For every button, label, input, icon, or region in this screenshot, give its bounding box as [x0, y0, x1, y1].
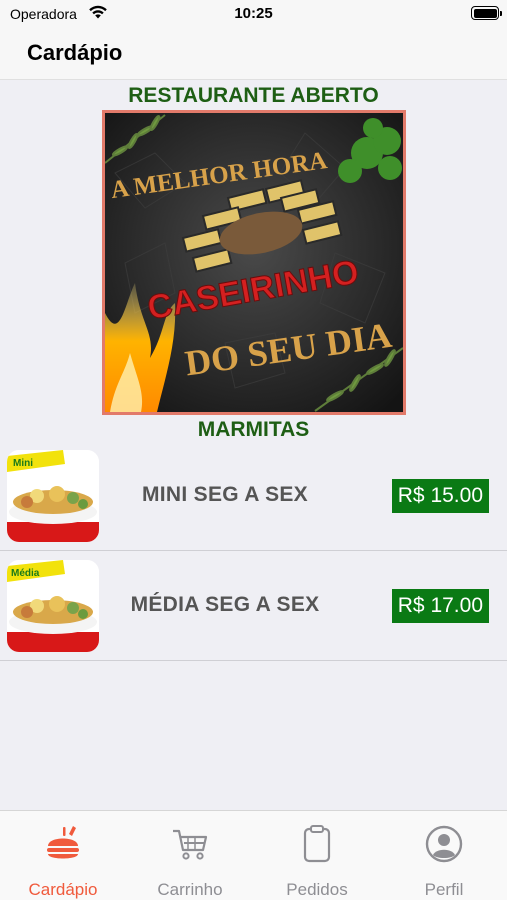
- tab-carrinho[interactable]: Carrinho: [127, 811, 253, 900]
- svg-text:Mini: Mini: [13, 458, 33, 469]
- item-name: MÉDIA SEG A SEX: [130, 593, 320, 616]
- tab-label: Carrinho: [157, 880, 223, 899]
- clock: 10:25: [234, 5, 273, 22]
- profile-icon: [425, 825, 463, 863]
- status-bar: Operadora 10:25: [0, 0, 507, 26]
- tab-label: Pedidos: [286, 880, 348, 899]
- menu-food-icon: [47, 826, 79, 859]
- restaurant-banner: A MELHOR HORA CASEIRINHO DO SEU DIA: [102, 110, 406, 415]
- item-name: MINI SEG A SEX: [141, 483, 308, 506]
- menu-item-media[interactable]: Média MÉDIA SEG A SEX R$ 17.00: [0, 551, 507, 661]
- category-title: MARMITAS: [197, 418, 310, 441]
- navigation-bar: Cardápio: [0, 26, 507, 80]
- menu-item-mini[interactable]: Mini MINI SEG A SEX R$ 15.00: [0, 441, 507, 551]
- price-badge: R$ 15.00: [391, 479, 489, 513]
- battery-icon: [471, 6, 502, 20]
- item-thumbnail: Média: [7, 560, 99, 652]
- clipboard-icon: [303, 825, 331, 863]
- svg-text:Média: Média: [11, 568, 40, 579]
- banner-artwork: A MELHOR HORA CASEIRINHO DO SEU DIA: [105, 113, 403, 412]
- item-thumbnail: Mini: [7, 450, 99, 542]
- tab-label: Perfil: [424, 880, 464, 899]
- tab-perfil[interactable]: Perfil: [381, 811, 507, 900]
- tab-bar: Cardápio Carrinho Pedidos Perfil: [0, 810, 507, 900]
- tab-pedidos[interactable]: Pedidos: [254, 811, 380, 900]
- restaurant-status: RESTAURANTE ABERTO: [128, 84, 379, 107]
- tab-cardapio[interactable]: Cardápio: [0, 811, 126, 900]
- cart-icon: [173, 829, 208, 860]
- tab-label: Cardápio: [28, 880, 98, 899]
- page-title: Cardápio: [27, 40, 123, 65]
- price-badge: R$ 17.00: [391, 589, 489, 623]
